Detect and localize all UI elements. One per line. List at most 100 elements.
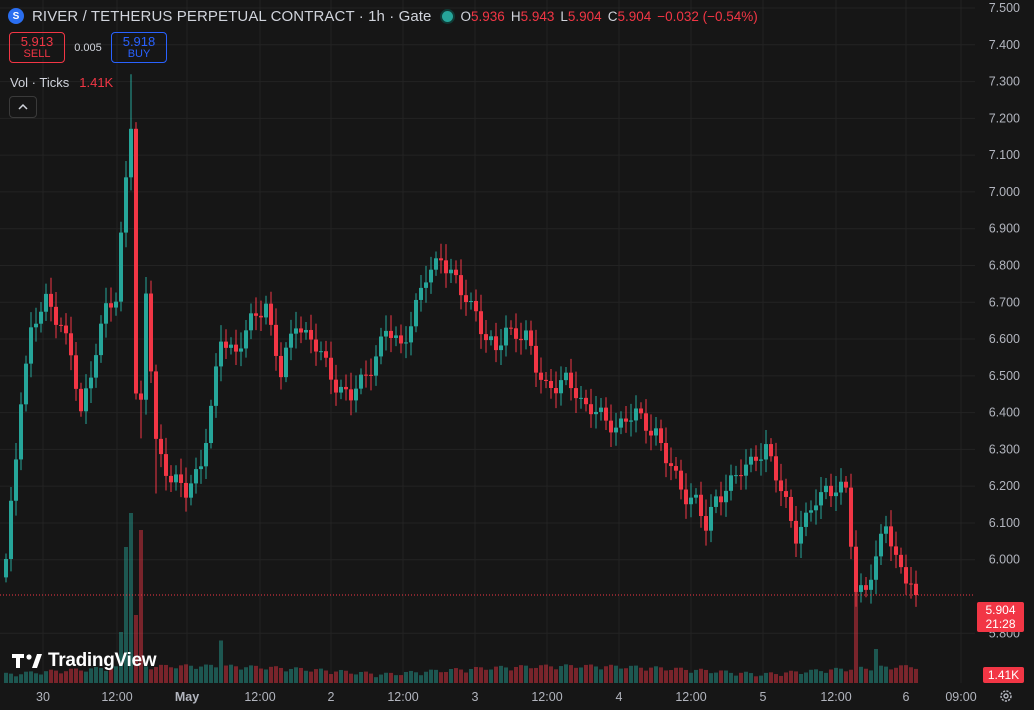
candle-body xyxy=(149,293,153,372)
candle-body xyxy=(789,496,793,521)
volume-bar xyxy=(689,672,693,683)
candle-body xyxy=(469,300,473,303)
candle-body xyxy=(154,371,158,439)
volume-bar xyxy=(304,670,308,683)
volume-bar xyxy=(24,671,28,683)
volume-bar xyxy=(629,665,633,683)
candle-body xyxy=(814,505,818,511)
candle-body xyxy=(64,325,68,334)
candle-body xyxy=(879,533,883,557)
candle-body xyxy=(29,327,33,364)
close-label: C xyxy=(607,8,618,24)
volume-bar xyxy=(219,640,223,683)
candle-body xyxy=(539,372,543,380)
volume-bar xyxy=(559,666,563,683)
candle-body xyxy=(69,333,73,356)
volume-bar xyxy=(614,665,618,683)
volume-bar xyxy=(214,667,218,683)
symbol-title[interactable]: RIVER / TETHERUS PERPETUAL CONTRACT · 1h… xyxy=(32,8,432,25)
candle-body xyxy=(109,303,113,308)
volume-bar xyxy=(294,667,298,683)
volume-bar xyxy=(334,671,338,683)
volume-bar xyxy=(14,676,18,683)
candle-body xyxy=(49,293,53,307)
candle-body xyxy=(604,407,608,421)
volume-bar xyxy=(84,671,88,683)
candle-body xyxy=(379,336,383,357)
price-tick-label: 6.200 xyxy=(989,479,1020,493)
candle-body xyxy=(829,485,833,497)
candle-body xyxy=(489,336,493,341)
tradingview-logo[interactable]: TradingView xyxy=(12,650,157,672)
buy-button[interactable]: 5.918 BUY xyxy=(111,32,167,63)
candle-body xyxy=(684,489,688,505)
candle-body xyxy=(769,444,773,457)
volume-bar xyxy=(159,664,163,683)
time-tick-label: 4 xyxy=(616,690,623,704)
price-tick-label: 7.500 xyxy=(989,1,1020,15)
candle-body xyxy=(844,481,848,488)
candle-body xyxy=(914,583,918,596)
volume-bar xyxy=(44,671,48,683)
candle-body xyxy=(549,380,553,388)
volume-bar xyxy=(319,668,323,683)
gear-icon[interactable] xyxy=(998,688,1014,704)
candle-body xyxy=(454,269,458,276)
tradingview-logo-icon xyxy=(12,654,42,668)
volume-legend[interactable]: Vol · Ticks 1.41K xyxy=(10,75,113,90)
candle-body xyxy=(179,474,183,483)
volume-bar xyxy=(174,668,178,683)
candle-body xyxy=(389,330,393,338)
volume-bar xyxy=(904,665,908,683)
volume-bar xyxy=(524,665,528,683)
volume-bar xyxy=(889,669,893,683)
ohlc-readout: O5.936 H5.943 L5.904 C5.904 −0.032 (−0.5… xyxy=(461,9,758,24)
volume-bar xyxy=(519,665,523,683)
price-tick-label: 6.800 xyxy=(989,258,1020,272)
collapse-legend-button[interactable] xyxy=(9,96,37,118)
candle-body xyxy=(909,583,913,585)
candle-body xyxy=(364,374,368,376)
candle-body xyxy=(804,512,808,527)
candlestick-chart[interactable]: 7.500 7.400 7.300 7.200 7.100 7.000 6.900 6.800… xyxy=(0,0,1034,710)
candle-body xyxy=(824,485,828,493)
candle-body xyxy=(309,329,313,340)
volume-bar xyxy=(564,664,568,683)
volume-bar xyxy=(64,671,68,683)
candle-body xyxy=(524,330,528,341)
volume-bar xyxy=(389,672,393,683)
volume-bar xyxy=(694,669,698,683)
time-tick-label: 5 xyxy=(760,690,767,704)
volume-bar xyxy=(374,677,378,683)
candle-body xyxy=(194,469,198,484)
volume-bar xyxy=(604,666,608,683)
candle-body xyxy=(529,330,533,346)
candle-body xyxy=(79,388,83,412)
time-tick-label: 12:00 xyxy=(101,690,132,704)
candle-body xyxy=(274,324,278,356)
volume-bar xyxy=(809,669,813,683)
volume-bar xyxy=(244,667,248,683)
volume-bar xyxy=(824,672,828,683)
time-tick-label: 12:00 xyxy=(675,690,706,704)
candle-body xyxy=(99,323,103,356)
volume-bar xyxy=(574,667,578,683)
sell-button[interactable]: 5.913 SELL xyxy=(9,32,65,63)
time-tick-label: 12:00 xyxy=(387,690,418,704)
candle-body xyxy=(724,490,728,503)
high-label: H xyxy=(510,8,521,24)
symbol-logo-icon[interactable]: S xyxy=(8,8,24,24)
volume-legend-label: Vol · Ticks xyxy=(10,75,70,90)
candle-body xyxy=(289,333,293,348)
candle-body xyxy=(759,459,763,461)
candle-body xyxy=(649,430,653,436)
volume-bar xyxy=(839,668,843,683)
candle-body xyxy=(394,335,398,338)
candle-body xyxy=(244,330,248,349)
volume-bar xyxy=(709,673,713,683)
volume-bar xyxy=(704,669,708,683)
candle-body xyxy=(704,516,708,531)
candle-body xyxy=(744,464,748,476)
volume-bar xyxy=(684,669,688,683)
volume-bar xyxy=(339,669,343,683)
